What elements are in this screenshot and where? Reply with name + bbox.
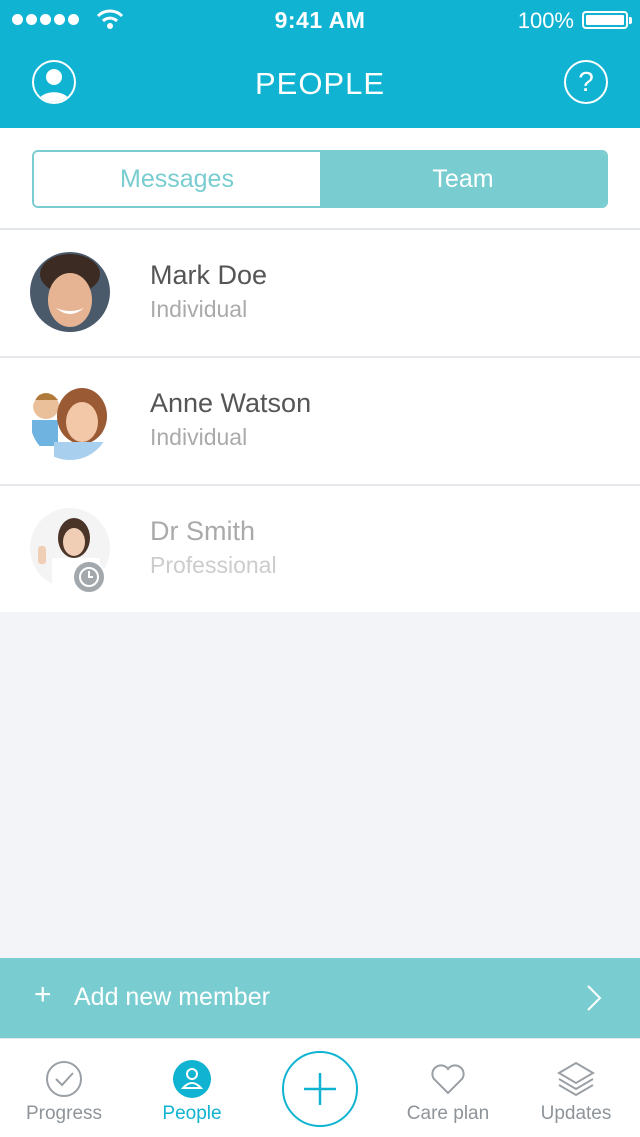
list-item[interactable]: Dr Smith Professional bbox=[0, 486, 640, 612]
member-name: Mark Doe bbox=[150, 260, 268, 290]
add-member-label: Add new member bbox=[74, 983, 270, 1011]
clock-icon bbox=[72, 560, 106, 594]
member-role: Professional bbox=[150, 552, 277, 578]
avatar bbox=[30, 252, 110, 332]
member-list: Mark Doe Individual Anne Watson Individu… bbox=[0, 230, 640, 612]
member-name: Dr Smith bbox=[150, 516, 256, 546]
person-icon bbox=[173, 1060, 211, 1098]
status-bar: 9:41 AM 100% bbox=[0, 0, 640, 40]
layers-icon bbox=[557, 1061, 595, 1097]
plus-icon: + bbox=[34, 978, 52, 1011]
tab-people[interactable]: People bbox=[128, 1039, 256, 1137]
tab-messages[interactable]: Messages bbox=[34, 152, 320, 206]
tab-care-plan[interactable]: Care plan bbox=[384, 1039, 512, 1137]
member-name: Anne Watson bbox=[150, 388, 312, 418]
add-button[interactable] bbox=[282, 1051, 358, 1127]
check-circle-icon bbox=[46, 1061, 82, 1097]
member-role: Individual bbox=[150, 296, 248, 322]
battery-percentage: 100% bbox=[517, 8, 574, 33]
app-header: 9:41 AM 100% PEOPLE ? bbox=[0, 0, 640, 128]
tab-updates[interactable]: Updates bbox=[512, 1039, 640, 1137]
segment-bar: Messages Team bbox=[0, 128, 640, 230]
segmented-control: Messages Team bbox=[32, 150, 608, 208]
tab-bar: Progress People Care plan Updates bbox=[0, 1038, 640, 1137]
tab-label: People bbox=[162, 1103, 222, 1124]
tab-label: Progress bbox=[25, 1103, 103, 1124]
list-item[interactable]: Anne Watson Individual bbox=[0, 358, 640, 486]
avatar bbox=[30, 380, 110, 460]
heart-icon bbox=[431, 1064, 465, 1095]
battery-icon bbox=[582, 11, 632, 29]
tab-label: Updates bbox=[540, 1103, 612, 1124]
tab-progress[interactable]: Progress bbox=[0, 1039, 128, 1137]
tab-team[interactable]: Team bbox=[320, 152, 606, 206]
plus-icon bbox=[304, 1073, 336, 1105]
add-new-member-button[interactable]: + Add new member bbox=[0, 958, 640, 1038]
chevron-right-icon bbox=[587, 985, 602, 1011]
list-item[interactable]: Mark Doe Individual bbox=[0, 230, 640, 358]
member-role: Individual bbox=[150, 424, 248, 450]
page-title: PEOPLE bbox=[254, 66, 386, 101]
help-button[interactable]: ? bbox=[564, 60, 608, 104]
tab-label: Care plan bbox=[406, 1103, 490, 1124]
